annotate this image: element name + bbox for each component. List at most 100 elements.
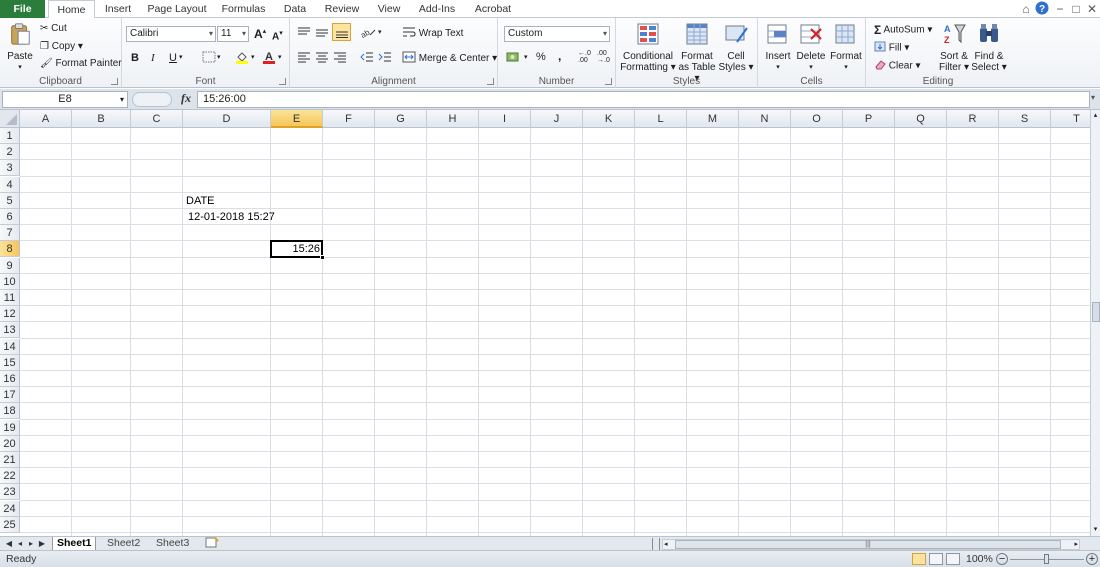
tab-formulas[interactable]: Formulas [216, 0, 271, 18]
tab-acrobat[interactable]: Acrobat [468, 0, 518, 18]
insert-function-icon[interactable]: fx [181, 91, 191, 106]
tab-split-handle[interactable] [652, 538, 660, 550]
fill-color-dropdown-icon[interactable]: ▾ [251, 53, 255, 61]
row-header-8[interactable]: 8 [0, 241, 20, 258]
merge-center-button[interactable]: Merge & Center ▾ [402, 51, 497, 66]
font-name-select[interactable]: Calibri ▾ [126, 26, 216, 42]
horizontal-scrollbar[interactable]: ◂ ||| ▸ [662, 539, 1080, 550]
orientation-dropdown-icon[interactable]: ▾ [378, 28, 382, 36]
increase-decimal-button[interactable]: ←.0.00 [578, 50, 591, 64]
row-header-3[interactable]: 3 [0, 160, 20, 177]
horizontal-scroll-thumb[interactable]: ||| [675, 540, 1061, 549]
column-header-l[interactable]: L [635, 110, 687, 128]
vertical-scrollbar[interactable]: ▴ ▾ [1090, 110, 1100, 536]
normal-view-icon[interactable] [912, 553, 926, 565]
autosum-button[interactable]: Σ AutoSum ▾ [874, 23, 932, 37]
fill-color-icon[interactable] [235, 50, 249, 67]
tab-home[interactable]: Home [48, 0, 95, 19]
format-cells-button[interactable]: Format ▾ [828, 22, 864, 73]
insert-sheet-icon[interactable] [201, 537, 223, 551]
row-header-1[interactable]: 1 [0, 128, 20, 144]
sort-filter-button[interactable]: A Z Sort & Filter ▾ [936, 22, 972, 73]
row-header-9[interactable]: 9 [0, 257, 20, 274]
name-box[interactable]: E8 ▾ [2, 91, 128, 108]
increase-indent-icon[interactable] [378, 51, 392, 66]
row-header-15[interactable]: 15 [0, 354, 20, 371]
row-header-16[interactable]: 16 [0, 371, 20, 387]
conditional-formatting-button[interactable]: Conditional Formatting ▾ [620, 22, 676, 73]
prev-sheet-icon[interactable]: ◂ [15, 538, 25, 550]
tab-add-ins[interactable]: Add-Ins [413, 0, 461, 18]
orientation-icon[interactable]: ab [359, 26, 376, 41]
tab-data[interactable]: Data [277, 0, 313, 18]
help-icon[interactable]: ? [1034, 1, 1050, 17]
borders-icon[interactable] [202, 51, 216, 66]
wrap-text-button[interactable]: Wrap Text [402, 26, 463, 41]
row-header-10[interactable]: 10 [0, 273, 20, 290]
shrink-font-icon[interactable]: A▾ [272, 29, 283, 42]
number-format-select[interactable]: Custom ▾ [504, 26, 610, 42]
scroll-down-icon[interactable]: ▾ [1091, 524, 1100, 536]
column-header-r[interactable]: R [947, 110, 999, 128]
column-header-h[interactable]: H [427, 110, 479, 128]
align-bottom-icon[interactable] [332, 23, 351, 41]
row-header-23[interactable]: 23 [0, 484, 20, 501]
fill-button[interactable]: Fill ▾ [874, 41, 909, 55]
align-center-icon[interactable] [315, 51, 329, 66]
tab-file[interactable]: File [0, 0, 45, 18]
italic-button[interactable]: I [151, 52, 155, 64]
page-break-view-icon[interactable] [946, 553, 960, 565]
copy-button[interactable]: ❐ Copy ▾ [40, 41, 83, 52]
row-header-22[interactable]: 22 [0, 468, 20, 485]
column-header-o[interactable]: O [791, 110, 843, 128]
zoom-out-icon[interactable]: − [996, 553, 1008, 565]
zoom-slider-thumb[interactable] [1044, 554, 1049, 564]
column-header-g[interactable]: G [375, 110, 427, 128]
worksheet-grid[interactable]: ABCDEFGHIJKLMNOPQRST 1 2 3 4 5 6 7 8 9 10 11 12 13 14… [0, 110, 1090, 536]
format-painter-button[interactable]: 🖌 Format Painter [40, 58, 122, 69]
comma-button[interactable]: , [558, 49, 561, 63]
row-header-18[interactable]: 18 [0, 403, 20, 420]
decrease-indent-icon[interactable] [360, 51, 374, 66]
window-minimize-icon[interactable]: − [1052, 1, 1068, 17]
zoom-level[interactable]: 100% [966, 552, 993, 567]
formula-bar-resize-handle[interactable] [132, 92, 172, 107]
sheet-tab-sheet3[interactable]: Sheet3 [152, 537, 193, 551]
paste-button[interactable]: Paste ▾ [3, 22, 37, 73]
formula-input[interactable]: 15:26:00 [197, 91, 1090, 108]
scroll-right-icon[interactable]: ▸ [1074, 540, 1078, 549]
scroll-left-icon[interactable]: ◂ [664, 540, 668, 549]
percent-button[interactable]: % [536, 51, 546, 63]
bold-button[interactable]: B [131, 52, 139, 64]
window-close-icon[interactable]: ✕ [1084, 1, 1100, 17]
find-select-button[interactable]: Find & Select ▾ [971, 22, 1007, 73]
tab-page-layout[interactable]: Page Layout [143, 0, 211, 18]
row-header-19[interactable]: 19 [0, 419, 20, 436]
underline-dropdown-icon[interactable]: ▾ [179, 53, 183, 61]
cell-d5[interactable]: DATE [186, 193, 215, 209]
column-header-d[interactable]: D [183, 110, 271, 128]
delete-cells-button[interactable]: Delete ▾ [794, 22, 828, 73]
column-header-i[interactable]: I [479, 110, 531, 128]
row-header-25[interactable]: 25 [0, 516, 20, 533]
cut-button[interactable]: ✂ Cut [40, 23, 67, 34]
vertical-scroll-thumb[interactable] [1092, 302, 1100, 322]
last-sheet-icon[interactable]: ▶ [37, 538, 47, 550]
zoom-in-icon[interactable]: + [1086, 553, 1098, 565]
decrease-decimal-button[interactable]: .00 →.0 [597, 50, 610, 64]
row-header-11[interactable]: 11 [0, 290, 20, 306]
column-header-s[interactable]: S [999, 110, 1051, 128]
borders-dropdown-icon[interactable]: ▾ [217, 53, 221, 61]
column-header-q[interactable]: Q [895, 110, 947, 128]
font-launcher-icon[interactable] [279, 78, 286, 85]
next-sheet-icon[interactable]: ▸ [26, 538, 36, 550]
currency-dropdown-icon[interactable]: ▾ [524, 53, 528, 61]
column-header-n[interactable]: N [739, 110, 791, 128]
row-header-5[interactable]: 5 [0, 192, 20, 209]
column-header-a[interactable]: A [20, 110, 72, 128]
align-top-icon[interactable] [297, 26, 311, 41]
sheet-tab-sheet1[interactable]: Sheet1 [52, 537, 97, 551]
clipboard-launcher-icon[interactable] [111, 78, 118, 85]
row-header-2[interactable]: 2 [0, 144, 20, 161]
row-header-13[interactable]: 13 [0, 322, 20, 339]
